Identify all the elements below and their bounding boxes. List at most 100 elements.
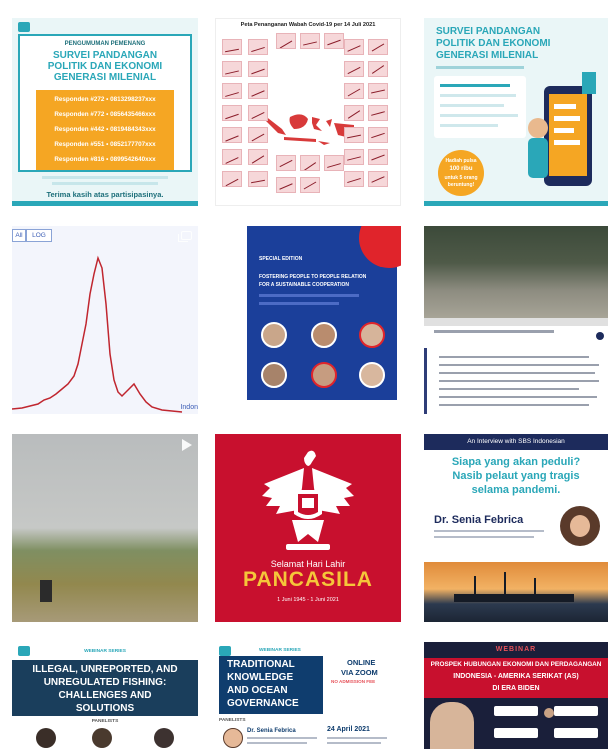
post-prospek-webinar[interactable]: WEBINAR PROSPEK HUBUNGAN EKONOMI DAN PER… xyxy=(424,642,608,749)
mini-trend-line xyxy=(225,70,239,75)
post-covid-map[interactable]: Peta Penanganan Wabah Covid-19 per 14 Ju… xyxy=(215,18,401,206)
mini-trend-line xyxy=(225,157,239,164)
post-traditional-knowledge[interactable]: WEBINAR SERIES TRADITIONAL KNOWLEDGE AND… xyxy=(215,642,401,749)
mini-trend-chart xyxy=(222,171,242,187)
mini-trend-chart xyxy=(300,177,320,193)
mini-trend-chart xyxy=(222,149,242,165)
mini-trend-line xyxy=(347,110,361,119)
speaker-name: Dr. Senia Febrica xyxy=(434,514,524,526)
responder-5: Responden #816 • 0899542640xxx xyxy=(54,156,156,163)
mini-trend-line xyxy=(371,111,385,116)
post-landscape-video[interactable] xyxy=(12,434,198,622)
speaker-avatar xyxy=(359,362,385,388)
mini-trend-line xyxy=(225,113,239,120)
mini-trend-chart xyxy=(276,155,296,171)
mini-trend-chart xyxy=(222,105,242,121)
play-icon[interactable] xyxy=(596,332,604,340)
mini-trend-line xyxy=(327,163,341,168)
via-zoom-label: VIA ZOOM xyxy=(341,668,378,677)
toggle-log[interactable]: LOG xyxy=(26,229,52,242)
mini-trend-chart xyxy=(324,33,344,49)
mini-trend-chart xyxy=(344,149,364,165)
mini-trend-chart xyxy=(344,105,364,121)
mini-trend-line xyxy=(347,45,361,52)
mini-trend-line xyxy=(327,39,341,46)
mini-trend-line xyxy=(371,132,385,139)
post-pancasila[interactable]: Selamat Hari Lahir PANCASILA 1 Juni 1945… xyxy=(215,434,401,622)
survey-title-1: SURVEI PANDANGAN xyxy=(52,50,158,61)
post-survey-invite[interactable]: SURVEI PANDANGAN POLITIK DAN EKONOMI GEN… xyxy=(424,18,608,206)
mini-trend-line xyxy=(371,43,385,52)
covid-map-title: Peta Penanganan Wabah Covid-19 per 14 Ju… xyxy=(240,22,376,28)
speaker-avatar xyxy=(311,322,337,348)
iuu-title-4: SOLUTIONS xyxy=(75,703,135,714)
responder-4: Responden #551 • 0852177707xxx xyxy=(54,141,156,148)
iuu-title-3: CHALLENGES AND xyxy=(58,690,152,701)
iuu-title-1: ILLEGAL, UNREPORTED, AND xyxy=(32,664,178,675)
multi-post-icon xyxy=(178,231,192,242)
pancasila-title: PANCASILA xyxy=(243,568,373,591)
survey-title-2: POLITIK DAN EKONOMI xyxy=(47,61,163,72)
mini-trend-line xyxy=(251,111,265,120)
invite-title-1: SURVEI PANDANGAN xyxy=(436,26,541,37)
mini-trend-line xyxy=(225,92,239,97)
post-log-chart[interactable]: All LOG Indon xyxy=(12,226,198,414)
mini-trend-chart xyxy=(344,39,364,55)
panelist-avatar xyxy=(223,728,243,748)
prospek-title-1: PROSPEK HUBUNGAN EKONOMI DAN PERDAGANGAN xyxy=(430,661,602,668)
mini-trend-chart xyxy=(344,61,364,77)
mini-trend-line xyxy=(251,179,265,184)
responders-box: Responden #272 • 0813298237xxx Responden… xyxy=(36,90,174,170)
toggle-all[interactable]: All xyxy=(12,229,26,242)
survey-title-3: GENERASI MILENIAL xyxy=(53,72,157,83)
tk-speaker: Dr. Senia Febrica xyxy=(247,728,296,734)
mini-trend-chart xyxy=(248,127,268,143)
mini-trend-chart xyxy=(324,155,344,171)
question-3: selama pandemi. xyxy=(471,484,561,496)
mini-trend-chart xyxy=(222,39,242,55)
invite-title-2: POLITIK DAN EKONOMI xyxy=(436,38,551,49)
garuda-emblem-icon xyxy=(262,450,354,550)
speaker-photo xyxy=(430,702,474,749)
speaker-avatar xyxy=(359,322,385,348)
post-iuu-fishing[interactable]: WEBINAR SERIES ILLEGAL, UNREPORTED, AND … xyxy=(12,642,198,749)
mini-trend-chart xyxy=(248,39,268,55)
mini-trend-line xyxy=(371,65,385,74)
mini-trend-line xyxy=(371,89,385,94)
no-fee-label: NO ADMISSION FEE xyxy=(331,679,376,684)
mini-trend-chart xyxy=(276,33,296,49)
responder-2: Responden #772 • 0856435466xxx xyxy=(54,111,156,118)
prospek-title-3: DI ERA BIDEN xyxy=(492,685,540,692)
responder-1: Responden #272 • 0813298237xxx xyxy=(54,96,156,103)
mini-trend-chart xyxy=(344,171,364,187)
post-field-video[interactable] xyxy=(424,226,608,414)
speaker-avatar xyxy=(261,322,287,348)
legend-label: Indon xyxy=(180,404,198,411)
mini-trend-chart xyxy=(368,61,388,77)
tk-date: 24 April 2021 xyxy=(327,726,370,733)
mini-trend-line xyxy=(347,134,361,139)
panelist-avatar xyxy=(92,728,112,748)
mini-trend-line xyxy=(347,66,361,75)
interview-header: An Interview with SBS Indonesian xyxy=(467,438,565,445)
institute-logo xyxy=(219,646,231,656)
speaker-photo xyxy=(560,506,600,546)
mini-trend-chart xyxy=(300,155,320,171)
post-special-edition[interactable]: SPECIAL EDITION FOSTERING PEOPLE TO PEOP… xyxy=(215,226,401,414)
mini-trend-chart xyxy=(368,127,388,143)
post-seafarers[interactable]: An Interview with SBS Indonesian Siapa y… xyxy=(424,434,608,622)
institute-logo xyxy=(18,22,30,32)
mini-trend-chart xyxy=(222,83,242,99)
mini-trend-chart xyxy=(368,39,388,55)
mini-trend-chart xyxy=(248,105,268,121)
mini-trend-chart xyxy=(300,33,320,49)
mini-trend-line xyxy=(371,176,385,183)
mini-trend-chart xyxy=(222,127,242,143)
mini-trend-line xyxy=(225,48,239,53)
mini-trend-chart xyxy=(248,61,268,77)
mini-trend-line xyxy=(303,162,317,170)
panelist-avatar xyxy=(544,708,554,718)
post-survey-winners[interactable]: PENGUMUMAN PEMENANG SURVEI PANDANGAN POL… xyxy=(12,18,198,206)
phone-illustration-icon xyxy=(528,72,596,186)
mini-trend-chart xyxy=(248,171,268,187)
